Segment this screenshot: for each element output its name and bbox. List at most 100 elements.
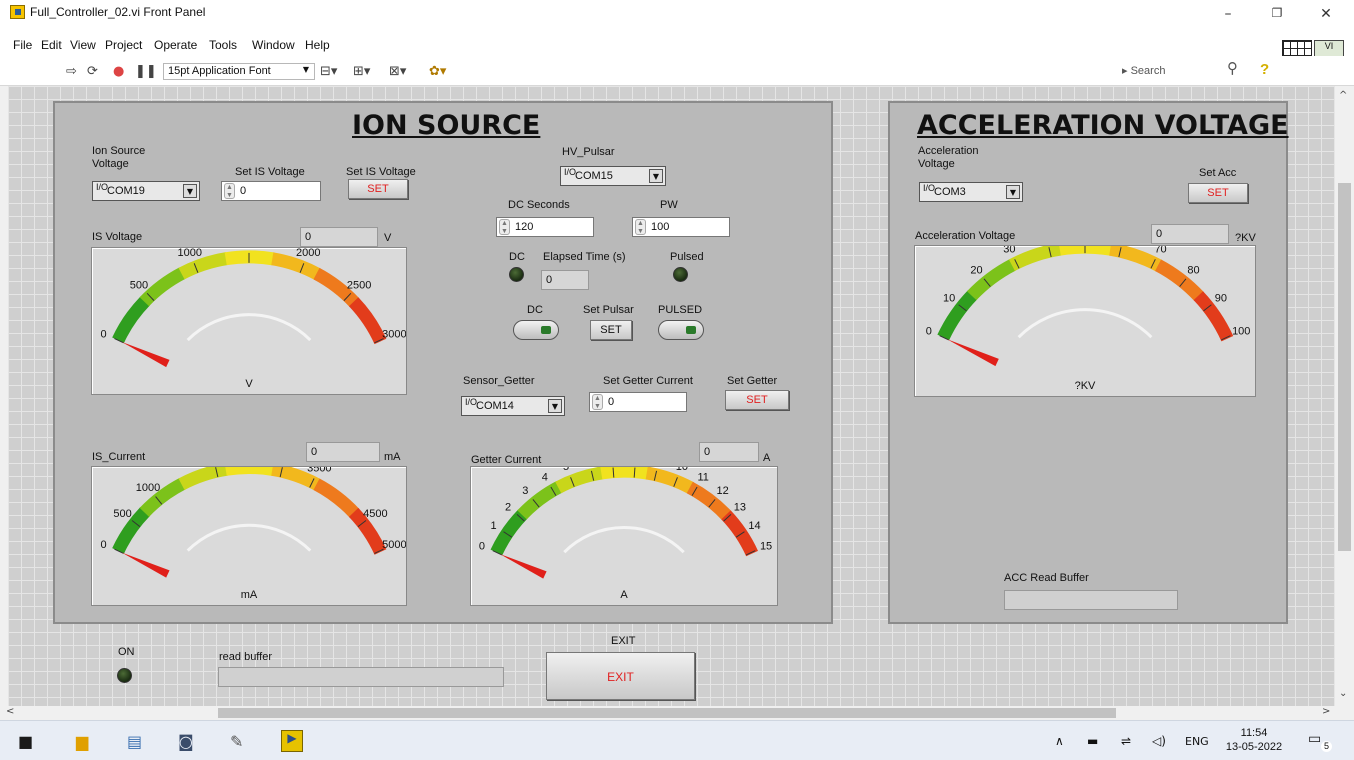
pause-icon[interactable]: ❚❚ [135, 64, 157, 79]
dc-seconds-input[interactable]: ▲ ▼ 120 [496, 217, 594, 237]
volume-icon[interactable]: ◁) [1152, 734, 1166, 748]
menu-view[interactable]: View [70, 38, 96, 52]
resize-objects-icon[interactable]: ⊠▾ [389, 64, 406, 79]
is-voltage-indicator: 0 [300, 227, 378, 247]
distribute-objects-icon[interactable]: ⊞▾ [353, 64, 370, 79]
search-input[interactable]: ▸ Search [1122, 64, 1165, 77]
menu-file[interactable]: File [13, 38, 32, 52]
is-current-unit: mA [384, 451, 401, 463]
chevron-down-icon[interactable]: ▼ [1006, 185, 1020, 199]
reorder-icon[interactable]: ✿▾ [429, 64, 446, 79]
horizontal-scroll-thumb[interactable] [218, 708, 1116, 718]
gauge-tick-label: 4500 [363, 508, 387, 520]
file-explorer-icon[interactable]: ▆ [76, 732, 88, 751]
increment-icon[interactable]: ▲ ▼ [592, 394, 603, 410]
menu-tools[interactable]: Tools [209, 38, 237, 52]
calculator-icon[interactable]: ▤ [127, 732, 142, 751]
battery-icon[interactable]: ▬ [1087, 734, 1098, 748]
run-arrow-icon[interactable]: ⇨ [66, 64, 77, 79]
windows-start-icon[interactable]: ■ [18, 732, 33, 751]
read-buffer-indicator [218, 667, 504, 687]
tools-app-icon[interactable]: ✎ [230, 732, 243, 751]
scroll-up-icon[interactable]: ^ [1339, 90, 1347, 101]
chevron-up-icon[interactable]: ∧ [1055, 734, 1064, 748]
network-icon[interactable]: ⇌ [1121, 734, 1131, 748]
scroll-down-icon[interactable]: ⌄ [1339, 688, 1347, 699]
chevron-down-icon[interactable]: ▼ [649, 169, 663, 183]
gauge-tick-label: 14 [748, 520, 760, 532]
set-is-voltage-value: 0 [240, 185, 247, 197]
gauge-scale-segment [139, 267, 186, 307]
gauge-tick-label: 15 [760, 541, 772, 553]
gauge-unit-label: mA [241, 589, 258, 601]
is-voltage-label: IS Voltage [92, 231, 143, 243]
acc-voltage-label: Acceleration Voltage [918, 145, 979, 170]
set-pulsar-button[interactable]: SET [590, 320, 632, 340]
camera-icon[interactable]: ◙ [178, 732, 194, 751]
acceleration-voltage-gauge: 0102030405060708090100?KV [914, 245, 1256, 397]
gauge-tick-label: 0 [101, 539, 107, 551]
pw-value: 100 [651, 221, 670, 233]
menu-help[interactable]: Help [305, 38, 330, 52]
gauge-tick-label: 0 [926, 326, 932, 338]
menu-project[interactable]: Project [105, 38, 142, 52]
hv-pulsar-port-value: COM15 [575, 170, 613, 182]
clock[interactable]: 11:54 13-05-2022 [1224, 726, 1284, 754]
minimize-button[interactable]: – [1213, 6, 1243, 28]
menu-edit[interactable]: Edit [41, 38, 62, 52]
font-select[interactable]: 15pt Application Font ▼ [163, 63, 315, 80]
vertical-scroll-thumb[interactable] [1338, 183, 1351, 551]
gauge-unit-label: A [620, 589, 628, 601]
hv-pulsar-port-select[interactable]: I/O COM15 ▼ [560, 166, 666, 186]
elapsed-time-label: Elapsed Time (s) [543, 251, 626, 263]
increment-icon[interactable]: ▲ ▼ [224, 183, 235, 199]
gauge-tick-label: 3 [522, 485, 528, 497]
set-getter-current-input[interactable]: ▲ ▼ 0 [589, 392, 687, 412]
search-icon[interactable]: ⚲ [1227, 59, 1238, 77]
labview-taskbar-icon[interactable]: ▶ [281, 730, 303, 752]
gauge-tick-label: 2 [505, 501, 511, 513]
menu-window[interactable]: Window [252, 38, 295, 52]
notification-icon[interactable]: ▭ [1308, 731, 1321, 747]
set-getter-label: Set Getter [727, 375, 778, 387]
gauge-tick-label: 20 [970, 265, 982, 277]
menu-operate[interactable]: Operate [154, 38, 197, 52]
abort-icon[interactable]: ● [113, 64, 124, 79]
pw-input[interactable]: ▲ ▼ 100 [632, 217, 730, 237]
set-getter-button[interactable]: SET [725, 390, 789, 410]
clock-date: 13-05-2022 [1225, 741, 1283, 753]
set-is-voltage-button[interactable]: SET [348, 179, 408, 199]
gauge-tick-label: 5000 [382, 539, 406, 551]
gauge-scale-segment [224, 250, 275, 266]
scroll-right-icon[interactable]: > [1322, 706, 1330, 717]
close-button[interactable]: ✕ [1311, 6, 1341, 28]
maximize-button[interactable]: ❐ [1262, 6, 1292, 28]
hv-pulsar-label: HV_Pulsar [562, 146, 615, 158]
scroll-left-icon[interactable]: < [6, 706, 14, 717]
help-icon[interactable]: ? [1260, 61, 1269, 78]
gauge-scale-segment [313, 478, 360, 518]
gauge-tick-label: 90 [1215, 292, 1227, 304]
pulsed-switch[interactable] [658, 320, 704, 340]
set-is-voltage-input[interactable]: ▲ ▼ 0 [221, 181, 321, 201]
ion-source-voltage-port-select[interactable]: I/O COM19 ▼ [92, 181, 200, 201]
chevron-down-icon[interactable]: ▼ [548, 399, 562, 413]
gauge-inner-arc [1017, 308, 1153, 339]
increment-icon[interactable]: ▲ ▼ [635, 219, 646, 235]
run-continuously-icon[interactable]: ⟳ [87, 64, 98, 79]
chevron-down-icon[interactable]: ▼ [183, 184, 197, 198]
set-acc-label: Set Acc [1199, 167, 1237, 179]
sensor-getter-port-select[interactable]: I/O COM14 ▼ [461, 396, 565, 416]
read-buffer-label: read buffer [219, 651, 273, 663]
gauge-scale-segment [645, 467, 694, 494]
increment-icon[interactable]: ▲ ▼ [499, 219, 510, 235]
dc-seconds-value: 120 [515, 221, 534, 233]
language-indicator[interactable]: ENG [1185, 735, 1209, 748]
dc-switch[interactable] [513, 320, 559, 340]
is-current-indicator: 0 [306, 442, 380, 462]
acc-voltage-port-select[interactable]: I/O COM3 ▼ [919, 182, 1023, 202]
exit-button[interactable]: EXIT [546, 652, 695, 700]
set-pulsar-label: Set Pulsar [583, 304, 634, 316]
set-acc-button[interactable]: SET [1188, 183, 1248, 203]
align-objects-icon[interactable]: ⊟▾ [320, 64, 337, 79]
